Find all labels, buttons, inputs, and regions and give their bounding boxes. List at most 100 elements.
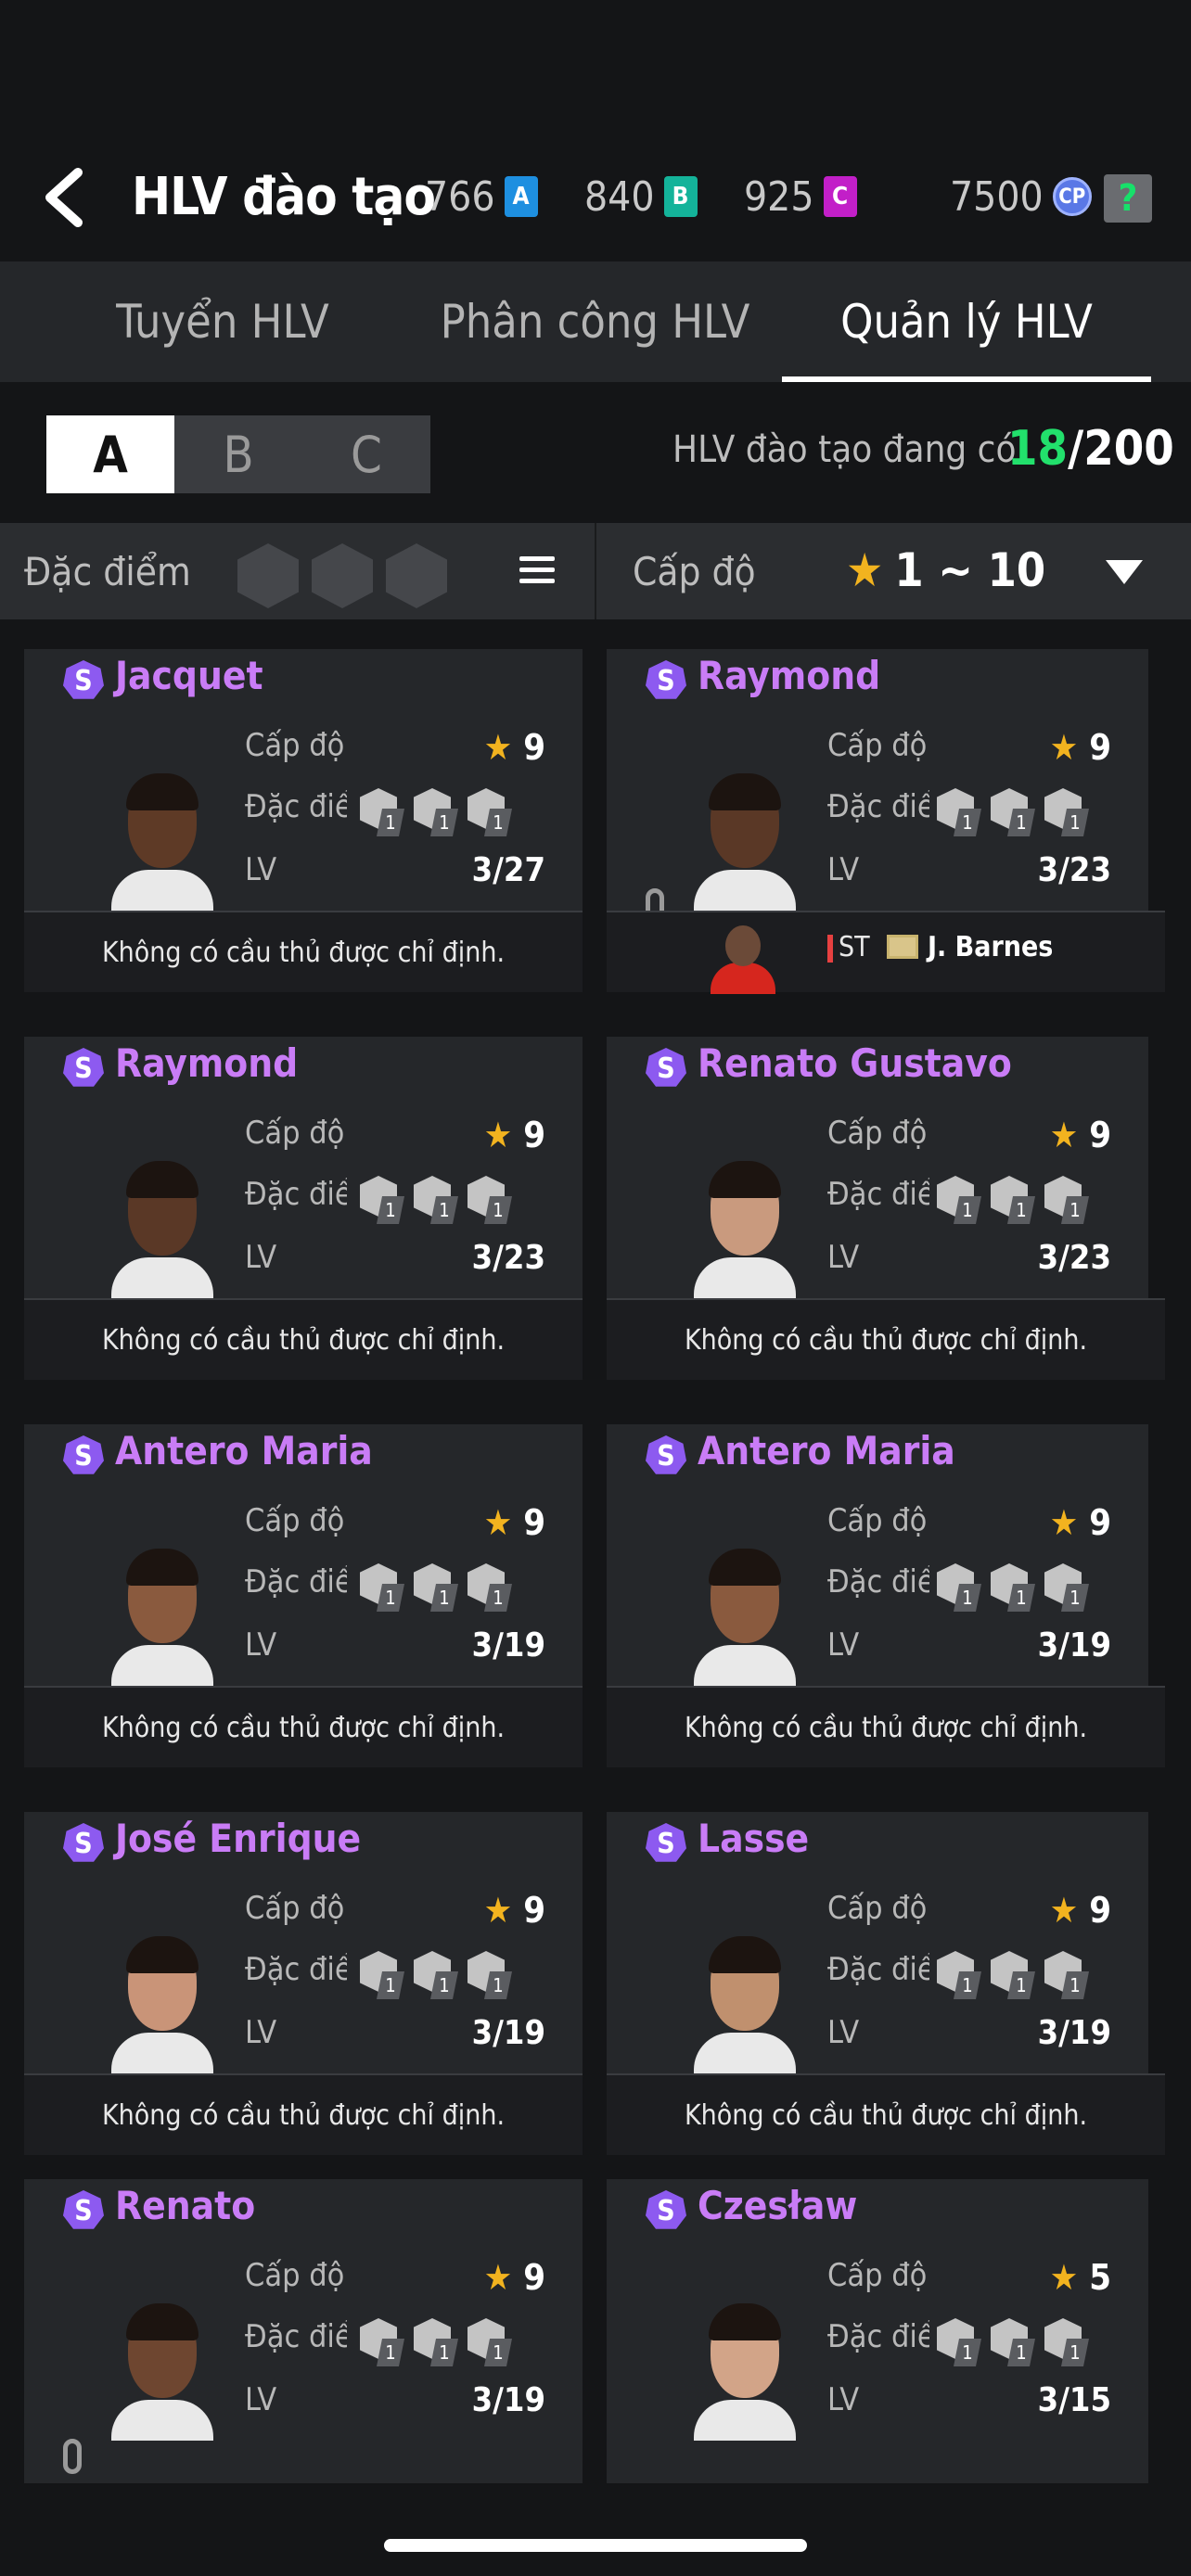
coach-name: Raymond [698,653,881,698]
grade-s-icon: S [63,660,104,699]
coach-card[interactable]: SJosé EnriqueCấp độ★ 9Đặc điểm111LV3/19K… [24,1812,583,2155]
trait-icon[interactable]: 1 [1044,1176,1089,1224]
coach-card[interactable]: SRaymondCấp độ★ 9Đặc điểm111LV3/23 ST J.… [607,649,1165,994]
tab-assign[interactable]: Phân công HLV [408,261,782,382]
trait-icon[interactable]: 1 [360,1951,404,1999]
level-range[interactable]: ★ 1 ~ 10 [846,543,1045,597]
tab-bar: Tuyển HLV Phân công HLV Quản lý HLV [0,261,1191,382]
group-c-button[interactable]: C [302,415,430,493]
tab-manage[interactable]: Quản lý HLV [782,261,1151,382]
currency-b: 840 B [584,171,698,223]
owned-count: 18/200 [1007,421,1174,477]
coach-level-value: 9 [523,1115,545,1155]
trait-icon[interactable]: 1 [414,1951,458,1999]
coach-card[interactable]: SCzesławCấp độ★ 5Đặc điểm111LV3/15 [607,2179,1148,2483]
trait-icon[interactable]: 1 [991,1176,1035,1224]
coach-card[interactable]: SAntero MariaCấp độ★ 9Đặc điểm111LV3/19K… [607,1424,1165,1767]
coach-level: ★ 9 [1050,727,1111,768]
trait-icon[interactable]: 1 [360,2318,404,2366]
trait-icon[interactable]: 1 [467,788,512,836]
coach-level: ★ 9 [484,1502,545,1543]
home-indicator [384,2539,807,2552]
coach-lv-value: 3/23 [1037,851,1111,889]
coach-card[interactable]: SRenato GustavoCấp độ★ 9Đặc điểm111LV3/2… [607,1037,1165,1380]
help-button[interactable]: ? [1104,174,1152,223]
trait-slot-1[interactable] [237,543,299,608]
trait-icon[interactable]: 1 [937,1563,981,1612]
grade-s-icon: S [646,2190,686,2229]
trait-icon[interactable]: 1 [1044,2318,1089,2366]
grade-s-icon: S [646,1823,686,1862]
tab-recruit[interactable]: Tuyển HLV [37,261,408,382]
trait-icon[interactable]: 1 [991,788,1035,836]
no-player-message: Không có cầu thủ được chỉ định. [607,1686,1165,1767]
trait-icon[interactable]: 1 [1044,1563,1089,1612]
traits-label: Đặc điểm [245,788,347,825]
trait-icon[interactable]: 1 [937,2318,981,2366]
no-player-message: Không có cầu thủ được chỉ định. [24,1298,583,1380]
coach-card[interactable]: SRaymondCấp độ★ 9Đặc điểm111LV3/23Không … [24,1037,583,1380]
menu-icon[interactable] [519,556,555,584]
no-player-message: Không có cầu thủ được chỉ định. [24,1686,583,1767]
coach-portrait [694,1547,796,1686]
coach-level-value: 5 [1089,2257,1111,2298]
coach-portrait [694,2302,796,2441]
trait-icon[interactable]: 1 [414,2318,458,2366]
traits-label: Đặc điểm [245,1563,347,1600]
level-label: Cấp độ [827,1115,928,1152]
trait-icon[interactable]: 1 [467,1563,512,1612]
group-b-button[interactable]: B [174,415,302,493]
level-label: Cấp độ [245,1890,345,1927]
trait-icon[interactable]: 1 [467,2318,512,2366]
level-label: Cấp độ [827,2257,928,2294]
coach-portrait [694,1934,796,2073]
trait-icon[interactable]: 1 [360,1176,404,1224]
coach-card[interactable]: SRenatoCấp độ★ 9Đặc điểm111LV3/19 [24,2179,583,2483]
coach-lv-value: 3/19 [471,2014,545,2052]
level-label: Cấp độ [245,2257,345,2294]
trait-icon[interactable]: 1 [991,2318,1035,2366]
grade-s-icon: S [646,660,686,699]
cp-value: 7500 [950,172,1044,221]
coach-lv-value: 3/23 [471,1239,545,1277]
trait-icon[interactable]: 1 [467,1176,512,1224]
coach-card[interactable]: SLasseCấp độ★ 9Đặc điểm111LV3/19Không có… [607,1812,1165,2155]
trait-slot-2[interactable] [312,543,373,608]
owned-current: 18 [1007,421,1069,477]
coach-card[interactable]: SAntero MariaCấp độ★ 9Đặc điểm111LV3/19K… [24,1424,583,1767]
trait-icon[interactable]: 1 [937,788,981,836]
trait-icon[interactable]: 1 [1044,1951,1089,1999]
traits-label: Đặc điểm [827,1176,929,1213]
trait-icon[interactable]: 1 [414,1563,458,1612]
back-arrow-icon[interactable] [37,165,93,230]
trait-icon[interactable]: 1 [414,1176,458,1224]
trait-slot-3[interactable] [386,543,447,608]
assigned-player[interactable]: ST J. Barnes [607,911,1165,994]
coach-level-value: 9 [523,2257,545,2298]
trait-icon[interactable]: 1 [937,1176,981,1224]
coach-portrait [111,772,213,911]
trait-icon[interactable]: 1 [467,1951,512,1999]
star-icon: ★ [1049,1115,1079,1155]
grade-s-icon: S [63,1048,104,1087]
trait-icon[interactable]: 1 [1044,788,1089,836]
currency-b-value: 840 [584,172,655,221]
coach-portrait [111,1159,213,1298]
trait-icon[interactable]: 1 [937,1951,981,1999]
trait-icon[interactable]: 1 [360,1563,404,1612]
coach-lv-value: 3/27 [471,851,545,889]
coach-lv-value: 3/19 [1037,1626,1111,1664]
currency-a-value: 766 [425,172,495,221]
group-a-button[interactable]: A [46,415,174,493]
trait-icon[interactable]: 1 [414,788,458,836]
traits-label: Đặc điểm [827,788,929,825]
trait-icon[interactable]: 1 [991,1951,1035,1999]
token-c-icon: C [823,176,857,217]
active-tab-indicator [782,376,1151,382]
coach-level-value: 9 [1089,727,1111,768]
coach-card[interactable]: SJacquetCấp độ★ 9Đặc điểm111LV3/27Không … [24,649,583,992]
trait-icon[interactable]: 1 [991,1563,1035,1612]
dropdown-arrow-icon[interactable] [1106,560,1143,584]
trait-icon[interactable]: 1 [360,788,404,836]
currency-a: 766 A [425,171,538,223]
